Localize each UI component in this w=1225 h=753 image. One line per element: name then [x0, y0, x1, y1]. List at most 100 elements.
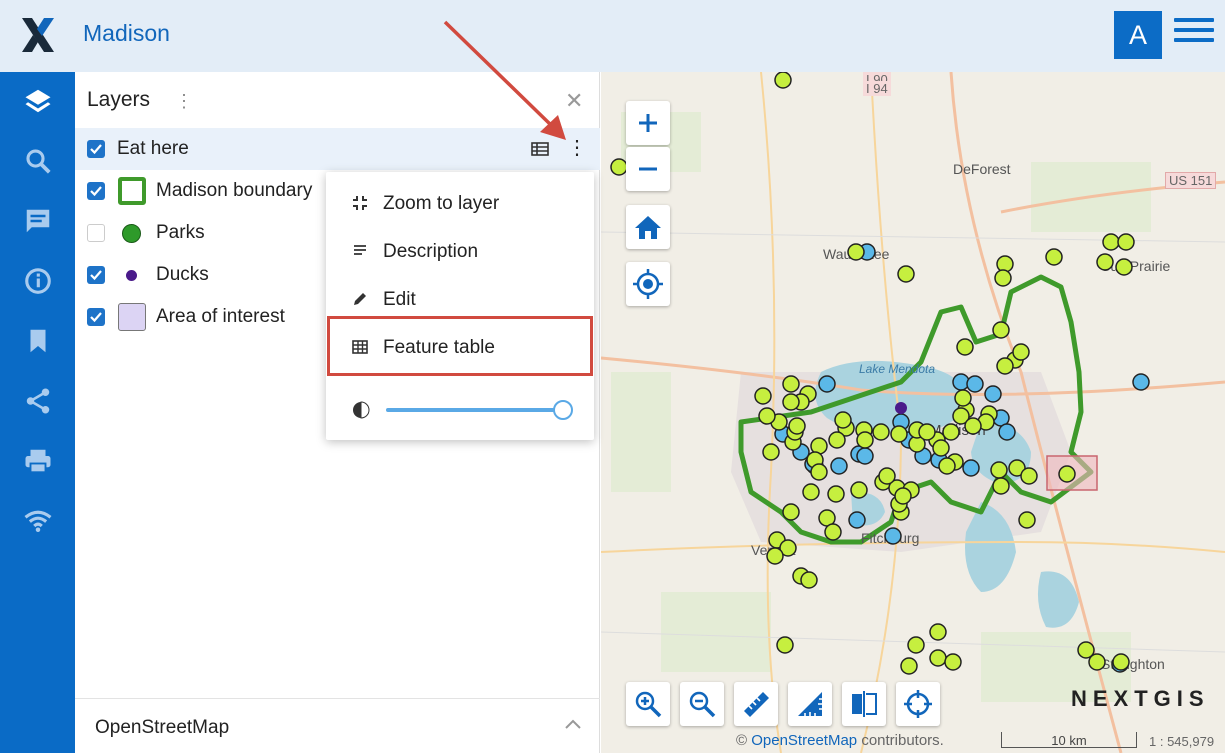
chevron-up-icon[interactable] — [563, 715, 583, 735]
locate-button[interactable] — [626, 262, 670, 306]
map-point[interactable] — [848, 511, 866, 529]
map-point[interactable] — [932, 439, 950, 457]
map-point[interactable] — [984, 385, 1002, 403]
map-point[interactable] — [900, 657, 918, 675]
zoom-out-tool-button[interactable] — [680, 682, 724, 726]
map-point[interactable] — [1102, 233, 1120, 251]
map-point[interactable] — [818, 375, 836, 393]
wifi-tab[interactable] — [0, 492, 75, 550]
map-point[interactable] — [929, 623, 947, 641]
map-point[interactable] — [1020, 467, 1038, 485]
map-point[interactable] — [830, 457, 848, 475]
map-point[interactable] — [966, 375, 984, 393]
measure-distance-button[interactable] — [734, 682, 778, 726]
map-point[interactable] — [1112, 653, 1130, 671]
panel-more-icon[interactable]: ⋮ — [175, 92, 193, 110]
user-avatar[interactable]: A — [1114, 11, 1162, 59]
map-point[interactable] — [918, 423, 936, 441]
layer-checkbox[interactable] — [87, 140, 105, 158]
map-point[interactable] — [907, 636, 925, 654]
map-point[interactable] — [776, 636, 794, 654]
map-point[interactable] — [827, 485, 845, 503]
map-point[interactable] — [766, 547, 784, 565]
zoom-in-button[interactable] — [626, 101, 670, 145]
map-point[interactable] — [1045, 248, 1063, 266]
bookmarks-tab[interactable] — [0, 312, 75, 370]
map-point[interactable] — [884, 527, 902, 545]
map-point[interactable] — [1096, 253, 1114, 271]
map-point[interactable] — [810, 463, 828, 481]
map-point[interactable] — [1058, 465, 1076, 483]
map-point[interactable] — [762, 443, 780, 461]
map-point[interactable] — [1117, 233, 1135, 251]
feature-table-icon[interactable] — [531, 142, 549, 156]
map-point[interactable] — [847, 243, 865, 261]
map-point[interactable] — [828, 431, 846, 449]
map-point[interactable] — [856, 447, 874, 465]
map-point[interactable] — [754, 387, 772, 405]
layer-checkbox[interactable] — [87, 308, 105, 326]
map-point[interactable] — [1132, 373, 1150, 391]
map-point[interactable] — [788, 417, 806, 435]
duck-point[interactable] — [895, 402, 907, 414]
layer-checkbox[interactable] — [87, 266, 105, 284]
map-point[interactable] — [800, 571, 818, 589]
comments-tab[interactable] — [0, 192, 75, 250]
map-point[interactable] — [782, 393, 800, 411]
map-point[interactable] — [802, 483, 820, 501]
measure-area-button[interactable] — [788, 682, 832, 726]
layer-row-eat-here[interactable]: Eat here ⋮ — [75, 128, 600, 170]
map-point[interactable] — [956, 338, 974, 356]
home-extent-button[interactable] — [626, 205, 670, 249]
map-point[interactable] — [897, 265, 915, 283]
map-point[interactable] — [938, 457, 956, 475]
opacity-slider-thumb[interactable] — [553, 400, 573, 420]
print-tab[interactable] — [0, 432, 75, 490]
map-point[interactable] — [944, 653, 962, 671]
map-point[interactable] — [994, 269, 1012, 287]
map-point[interactable] — [890, 425, 908, 443]
swipe-compare-button[interactable] — [842, 682, 886, 726]
map-point[interactable] — [1018, 511, 1036, 529]
map-point[interactable] — [990, 461, 1008, 479]
identify-point-button[interactable] — [896, 682, 940, 726]
map-point[interactable] — [878, 467, 896, 485]
map-point[interactable] — [1088, 653, 1106, 671]
map-point[interactable] — [992, 477, 1010, 495]
opacity-slider-track[interactable] — [386, 408, 560, 412]
layer-checkbox[interactable] — [87, 224, 105, 242]
menu-item-description[interactable]: Description — [326, 228, 594, 274]
share-tab[interactable] — [0, 372, 75, 430]
hamburger-menu-button[interactable] — [1174, 18, 1214, 52]
map-point[interactable] — [834, 411, 852, 429]
map-point[interactable] — [962, 459, 980, 477]
basemap-selector[interactable]: OpenStreetMap — [75, 698, 600, 753]
search-tab[interactable] — [0, 132, 75, 190]
map-view[interactable]: I 90 I 94 DeForest US 151 Waunakee Sun P… — [601, 72, 1225, 753]
zoom-in-tool-button[interactable] — [626, 682, 670, 726]
map-point[interactable] — [929, 649, 947, 667]
map-point[interactable] — [998, 423, 1016, 441]
menu-item-zoom-to-layer[interactable]: Zoom to layer — [326, 180, 594, 226]
map-point[interactable] — [782, 375, 800, 393]
nextgis-logo-icon[interactable] — [20, 16, 56, 54]
map-point[interactable] — [1115, 258, 1133, 276]
map-point[interactable] — [824, 523, 842, 541]
zoom-out-button[interactable] — [626, 147, 670, 191]
map-point[interactable] — [964, 417, 982, 435]
map-point[interactable] — [894, 487, 912, 505]
map-point[interactable] — [782, 503, 800, 521]
close-icon[interactable]: ✕ — [565, 88, 583, 114]
layer-more-icon[interactable]: ⋮ — [567, 138, 587, 158]
layers-tab[interactable] — [0, 72, 75, 130]
map-point[interactable] — [758, 407, 776, 425]
osm-link[interactable]: OpenStreetMap — [751, 732, 857, 749]
map-point[interactable] — [954, 389, 972, 407]
map-point[interactable] — [942, 423, 960, 441]
map-point[interactable] — [1012, 343, 1030, 361]
map-point[interactable] — [996, 357, 1014, 375]
map-point[interactable] — [872, 423, 890, 441]
layer-checkbox[interactable] — [87, 182, 105, 200]
map-point[interactable] — [610, 158, 628, 176]
info-tab[interactable] — [0, 252, 75, 310]
